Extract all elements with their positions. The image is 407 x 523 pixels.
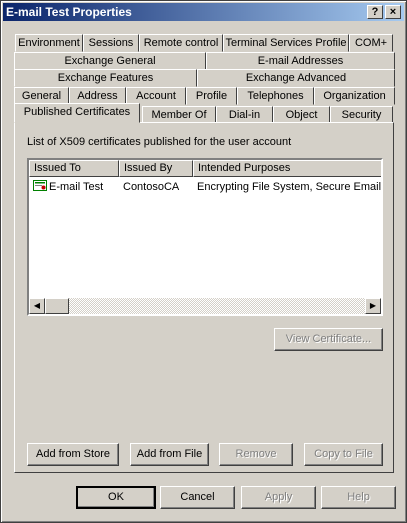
tab-remote-control[interactable]: Remote control [139, 34, 223, 52]
tab-exchange-advanced[interactable]: Exchange Advanced [197, 69, 395, 87]
help-title-button[interactable]: ? [367, 5, 383, 19]
tab-com-plus[interactable]: COM+ [349, 34, 393, 52]
cancel-button[interactable]: Cancel [160, 486, 235, 509]
add-from-file-button[interactable]: Add from File [130, 443, 209, 466]
certificates-list-label: List of X509 certificates published for … [27, 136, 292, 148]
tab-terminal-services-profile[interactable]: Terminal Services Profile [223, 34, 349, 52]
copy-to-file-button[interactable]: Copy to File [304, 443, 383, 466]
column-header-intended-purposes[interactable]: Intended Purposes [193, 160, 381, 177]
cell-issued-to: E-mail Test [49, 181, 104, 193]
column-header-issued-by[interactable]: Issued By [119, 160, 193, 177]
tab-sessions[interactable]: Sessions [83, 34, 139, 52]
window-title: E-mail Test Properties [6, 5, 132, 19]
tab-environment[interactable]: Environment [15, 34, 83, 52]
tab-published-certificates[interactable]: Published Certificates [14, 103, 140, 123]
scroll-thumb[interactable] [45, 298, 69, 314]
apply-button[interactable]: Apply [241, 486, 316, 509]
add-from-store-button[interactable]: Add from Store [27, 443, 119, 466]
view-certificate-label: View Certificate... [285, 333, 372, 345]
view-certificate-button[interactable]: View Certificate... [274, 328, 383, 351]
scroll-left-button[interactable]: ◀ [29, 298, 45, 314]
close-title-button[interactable]: × [385, 5, 401, 19]
horizontal-scrollbar[interactable]: ◀ ▶ [29, 298, 381, 314]
title-bar: E-mail Test Properties ? × [3, 3, 404, 21]
tab-email-addresses[interactable]: E-mail Addresses [206, 52, 395, 70]
remove-button[interactable]: Remove [219, 443, 293, 466]
tab-organization[interactable]: Organization [314, 87, 395, 105]
column-header-issued-to[interactable]: Issued To [29, 160, 119, 177]
tab-exchange-general[interactable]: Exchange General [14, 52, 206, 70]
tab-telephones[interactable]: Telephones [237, 87, 314, 105]
tab-profile[interactable]: Profile [186, 87, 237, 105]
certificates-listview[interactable]: Issued To Issued By Intended Purposes E-… [27, 158, 383, 316]
cell-issued-by: ContosoCA [123, 181, 180, 193]
tab-exchange-features[interactable]: Exchange Features [14, 69, 197, 87]
properties-dialog: E-mail Test Properties ? × Environment S… [0, 0, 407, 523]
cell-intended-purposes: Encrypting File System, Secure Email... [197, 181, 383, 193]
help-button[interactable]: Help [321, 486, 396, 509]
scroll-right-button[interactable]: ▶ [365, 298, 381, 314]
ok-button[interactable]: OK [76, 486, 156, 509]
certificate-icon [33, 180, 47, 195]
